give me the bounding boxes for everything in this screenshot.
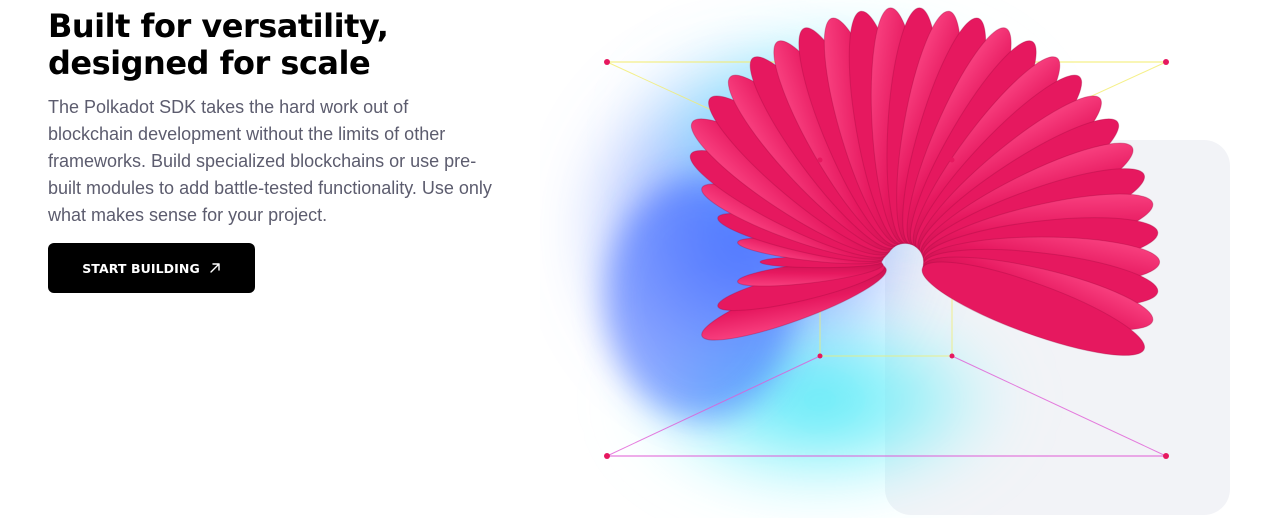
headline-line-2: designed for scale — [48, 44, 371, 82]
section-headline: Built for versatility, designed for scal… — [48, 8, 498, 82]
frame-corner-dot — [1163, 59, 1169, 65]
spiral-illustration — [540, 0, 1280, 518]
frame-corner-dot — [817, 353, 823, 359]
frame-corner-dot — [817, 157, 823, 163]
start-building-button[interactable]: START BUILDING — [48, 243, 255, 293]
frame-corner-dot — [949, 353, 955, 359]
frame-corner-dot — [604, 59, 610, 65]
section-description: The Polkadot SDK takes the hard work out… — [48, 97, 492, 225]
frame-corner-dot — [949, 157, 955, 163]
spiral-illustration-svg — [565, 7, 1230, 515]
section-copy: Built for versatility, designed for scal… — [48, 8, 498, 229]
frame-corner-dot — [604, 453, 610, 459]
start-building-label: START BUILDING — [82, 260, 200, 276]
frame-corner-dot — [1163, 453, 1169, 459]
arrow-up-right-icon — [209, 262, 221, 274]
headline-line-1: Built for versatility, — [48, 7, 389, 45]
product-section: Built for versatility, designed for scal… — [0, 0, 1280, 518]
